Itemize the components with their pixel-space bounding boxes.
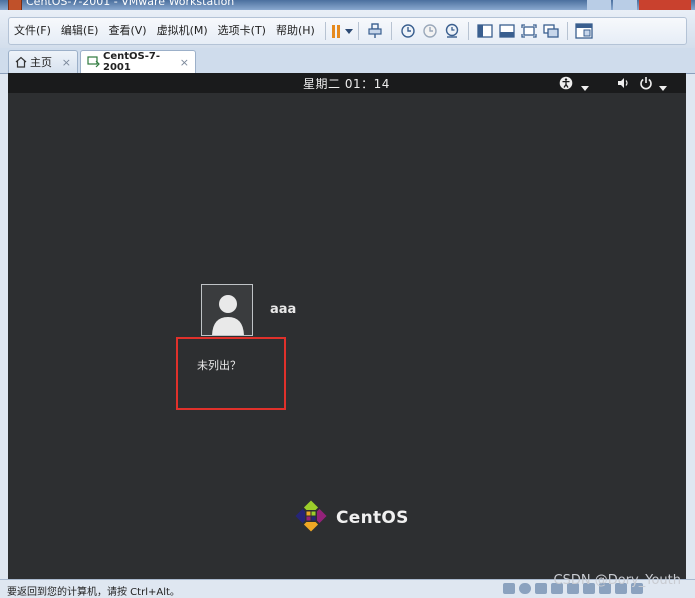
window-title: CentOS-7-2001 - VMware Workstation <box>26 0 235 8</box>
network-adapter-icon[interactable] <box>535 583 547 594</box>
power-icon[interactable] <box>639 76 653 93</box>
clock[interactable]: 星期二 01：14 <box>303 75 390 92</box>
csdn-watermark: CSDN @Dory_Youth <box>553 573 681 588</box>
menu-edit[interactable]: 编辑(E) <box>56 20 104 42</box>
system-menu-chevron-down-icon[interactable] <box>659 81 667 94</box>
hard-disk-icon[interactable] <box>503 583 515 594</box>
snapshot-manager-icon[interactable] <box>441 20 463 42</box>
console-view-icon[interactable] <box>496 20 518 42</box>
snapshot-icon[interactable] <box>397 20 419 42</box>
toolbar-separator <box>357 22 359 40</box>
not-listed-link[interactable]: 未列出？ <box>197 357 241 373</box>
menu-file[interactable]: 文件(F) <box>9 20 56 42</box>
volume-icon[interactable] <box>616 76 630 93</box>
tab-centos[interactable]: CentOS-7-2001 × <box>80 50 196 73</box>
unity-icon[interactable] <box>540 20 562 42</box>
menu-vm[interactable]: 虚拟机(M) <box>152 20 213 42</box>
pause-icon[interactable] <box>331 20 353 42</box>
vm-display[interactable]: 星期二 01：14 aaa 未列出？ CentOS <box>8 73 686 579</box>
send-ctrl-alt-del-icon[interactable] <box>364 20 386 42</box>
status-hint: 要返回到您的计算机，请按 Ctrl+Alt。 <box>7 587 180 598</box>
toolbar-separator <box>467 22 469 40</box>
tab-home[interactable]: 主页 × <box>8 50 78 73</box>
accessibility-menu-chevron-down-icon[interactable] <box>581 81 589 94</box>
tab-bar: 主页 × CentOS-7-2001 × <box>0 48 695 74</box>
vmware-app-icon <box>8 0 22 10</box>
minimize-button[interactable] <box>587 0 611 10</box>
centos-logo-icon <box>294 499 328 533</box>
menu-view[interactable]: 查看(V) <box>103 20 151 42</box>
thumbnail-view-icon[interactable] <box>573 20 595 42</box>
red-highlight-box <box>176 337 286 410</box>
toolbar-separator <box>566 22 568 40</box>
vm-icon <box>87 56 100 68</box>
tab-centos-close-icon[interactable]: × <box>180 56 189 69</box>
toolbar-separator <box>390 22 392 40</box>
tab-home-label: 主页 <box>30 56 52 69</box>
user-name[interactable]: aaa <box>270 302 296 317</box>
centos-brand-text: CentOS <box>336 508 409 528</box>
home-icon <box>15 56 27 68</box>
tab-centos-label: CentOS-7-2001 <box>103 51 160 73</box>
gnome-top-bar: 星期二 01：14 <box>8 73 686 93</box>
sidebar-view-icon[interactable] <box>474 20 496 42</box>
close-window-button[interactable] <box>639 0 691 10</box>
menu-tabs[interactable]: 选项卡(T) <box>213 20 271 42</box>
maximize-button[interactable] <box>613 0 637 10</box>
window-titlebar: CentOS-7-2001 - VMware Workstation <box>0 0 695 10</box>
user-avatar-icon[interactable] <box>201 284 253 336</box>
accessibility-icon[interactable] <box>559 76 573 93</box>
toolbar-separator <box>324 22 326 40</box>
tab-home-close-icon[interactable]: × <box>62 56 71 69</box>
revert-snapshot-icon[interactable] <box>419 20 441 42</box>
cd-dvd-icon[interactable] <box>519 583 531 594</box>
fullscreen-icon[interactable] <box>518 20 540 42</box>
menu-toolbar: 文件(F) 编辑(E) 查看(V) 虚拟机(M) 选项卡(T) 帮助(H) <box>0 10 695 48</box>
status-bar: 要返回到您的计算机，请按 Ctrl+Alt。 CSDN @Dory_Youth <box>0 573 695 598</box>
menu-help[interactable]: 帮助(H) <box>271 20 320 42</box>
